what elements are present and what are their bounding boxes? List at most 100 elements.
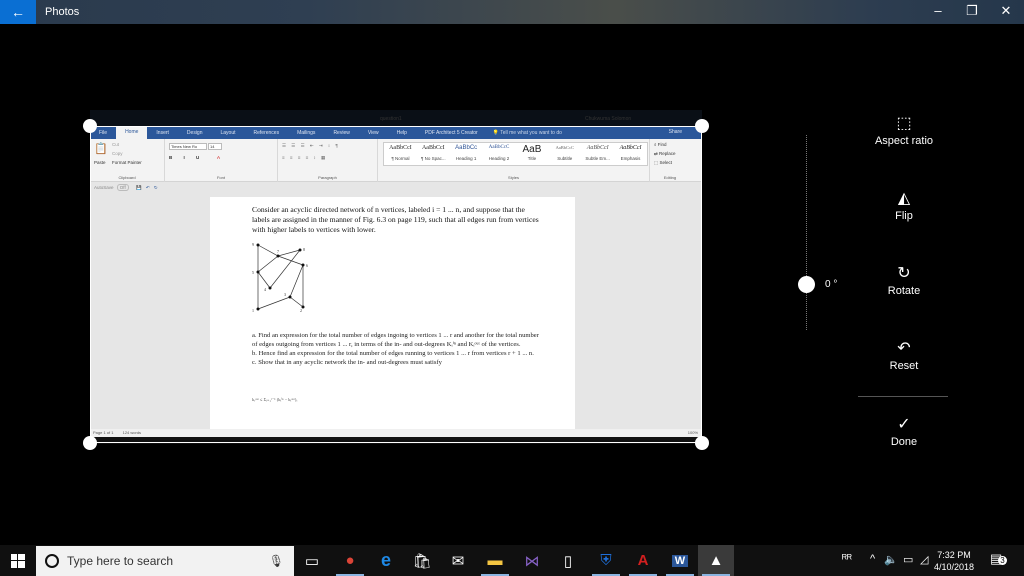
styles-group: AaBbCcI ¶ Normal AaBbCcI ¶ No Spac... AaBb…	[378, 139, 650, 182]
wifi-icon[interactable]: ◿	[920, 553, 928, 566]
microphone-icon[interactable]: 🎙	[269, 554, 284, 568]
font-color-button[interactable]: A	[217, 155, 220, 160]
photos-icon[interactable]: ▲	[698, 545, 734, 576]
chrome-icon[interactable]: ●	[332, 545, 368, 576]
copy-button[interactable]: Copy	[112, 151, 123, 156]
app-title: Photos	[45, 6, 80, 18]
graph-node	[301, 263, 305, 267]
style-subtle-emphasis[interactable]: AaBbCcI Subtle Em...	[581, 143, 614, 165]
rotate-button[interactable]: ↻ Rotate	[860, 263, 948, 297]
reset-button[interactable]: ↶ Reset	[860, 338, 948, 372]
word-user: Chukwuma Solomon	[585, 116, 632, 122]
style-heading-1[interactable]: AaBbCc Heading 1	[450, 143, 483, 165]
node-label: 8	[303, 247, 305, 252]
tell-me-box[interactable]: 💡 Tell me what you want to do	[493, 130, 562, 136]
tab-layout[interactable]: Layout	[212, 130, 245, 136]
crop-handle-top-right[interactable]	[695, 119, 709, 133]
close-button[interactable]: ✕	[996, 3, 1016, 19]
style-subtitle[interactable]: AaBbCcC Subtitle	[548, 143, 581, 165]
store-icon[interactable]: 🛍	[404, 545, 440, 576]
crop-handle-bottom-left[interactable]	[83, 436, 97, 450]
editing-group: ⌕ Find ⇄ Replace ⬚ Select Editing	[650, 139, 690, 182]
graph-edge	[269, 249, 301, 289]
tab-help[interactable]: Help	[388, 130, 416, 136]
replace-button[interactable]: ⇄ Replace	[654, 151, 676, 157]
tell-me-text: Tell me what you want to do	[500, 129, 562, 136]
select-button[interactable]: ⬚ Select	[654, 160, 672, 166]
graph-node	[298, 248, 302, 252]
task-view-icon[interactable]: ▭	[294, 545, 330, 576]
show-hidden-icons-chevron-icon[interactable]: ^	[870, 553, 875, 565]
flip-button[interactable]: ◭ Flip	[860, 188, 948, 222]
tab-review[interactable]: Review	[324, 130, 358, 136]
done-button[interactable]: ✓ Done	[860, 414, 948, 448]
visual-studio-icon[interactable]: ⋈	[514, 545, 550, 576]
tab-home[interactable]: Home	[116, 126, 148, 139]
graph-node	[256, 243, 260, 247]
style-title[interactable]: AaB Title	[516, 143, 549, 165]
font-format-buttons[interactable]: B I U	[169, 155, 204, 160]
style-normal[interactable]: AaBbCcI ¶ Normal	[384, 143, 417, 165]
notepad-icon[interactable]: ▯	[550, 545, 586, 576]
document-page: Consider an acyclic directed network of …	[210, 197, 575, 429]
aspect-ratio-button[interactable]: ⬚ Aspect ratio	[860, 113, 948, 147]
font-size-select[interactable]: 14	[208, 143, 222, 150]
graph-node	[288, 295, 292, 299]
reset-icon: ↶	[897, 340, 911, 357]
tab-references[interactable]: References	[245, 130, 289, 136]
style-heading-2[interactable]: AaBbCcC Heading 2	[483, 143, 516, 165]
styles-label: Styles	[508, 175, 519, 180]
photos-glyph: ▲	[708, 552, 724, 569]
tab-insert[interactable]: Insert	[147, 130, 178, 136]
style-emphasis[interactable]: AaBbCcI Emphasis	[614, 143, 647, 165]
mail-icon[interactable]: ✉	[440, 545, 476, 576]
graph-node	[256, 307, 260, 311]
node-label: 6	[306, 263, 308, 268]
align-buttons[interactable]: ≡ ≡ ≡ ≡ ↕ ▦	[282, 155, 327, 161]
vpn-icon[interactable]: ⛨	[588, 545, 624, 576]
tab-mailings[interactable]: Mailings	[288, 130, 324, 136]
word-status-bar: Page 1 of 1 124 words 100%	[90, 429, 702, 437]
font-name-select[interactable]: Times New Ro	[169, 143, 207, 150]
undo-icon[interactable]: ↶	[146, 185, 150, 190]
tab-design[interactable]: Design	[178, 130, 212, 136]
crop-handle-top-left[interactable]	[83, 119, 97, 133]
redo-icon[interactable]: ↻	[154, 185, 158, 190]
find-button[interactable]: ⌕ Find	[654, 142, 667, 147]
battery-icon[interactable]: ▭	[903, 553, 913, 566]
acrobat-icon[interactable]: A	[625, 545, 661, 576]
style-no-spacing[interactable]: AaBbCcI ¶ No Spac...	[417, 143, 450, 165]
tab-view[interactable]: View	[359, 130, 388, 136]
volume-icon[interactable]: 🔈	[884, 553, 898, 566]
action-center-icon[interactable]: ▤3	[990, 551, 1007, 567]
edge-icon[interactable]: e	[368, 545, 404, 576]
autosave-toggle[interactable]: Off	[116, 184, 129, 191]
clock-date: 4/10/2018	[934, 562, 975, 572]
minimize-button[interactable]: –	[928, 3, 948, 18]
maximize-button[interactable]: ❐	[962, 3, 982, 19]
straighten-slider-thumb[interactable]	[798, 276, 815, 293]
graph-node	[268, 286, 272, 290]
start-button[interactable]	[0, 545, 36, 576]
question-b: b. Hence find an expression for the tota…	[252, 350, 534, 357]
people-icon[interactable]: ᴿᴿ	[842, 553, 852, 565]
graph-edge	[257, 296, 291, 310]
tab-pdf-architect[interactable]: PDF Architect 5 Creator	[416, 130, 487, 136]
list-buttons[interactable]: ☰ ☰ ☰ ⇤ ⇥ ↕ ¶	[282, 143, 340, 149]
graph-edge	[277, 249, 301, 257]
format-painter-button[interactable]: Format Painter	[112, 160, 142, 165]
paste-button[interactable]: Paste	[94, 160, 106, 165]
straighten-slider-track[interactable]	[806, 135, 807, 330]
file-explorer-icon[interactable]: ▬	[477, 545, 513, 576]
cut-button[interactable]: Cut	[112, 142, 119, 147]
find-label: Find	[657, 142, 667, 147]
back-button[interactable]: ←	[0, 0, 36, 24]
crop-handle-bottom-right[interactable]	[695, 436, 709, 450]
taskbar-search-box[interactable]: Type here to search 🎙	[36, 546, 294, 576]
clock[interactable]: 7:32 PM 4/10/2018	[934, 549, 974, 573]
flip-label: Flip	[895, 210, 913, 222]
rotate-label: Rotate	[887, 285, 921, 297]
word-icon[interactable]: W	[662, 545, 698, 576]
share-button[interactable]: Share	[669, 129, 682, 135]
save-icon[interactable]: 💾	[136, 185, 142, 190]
